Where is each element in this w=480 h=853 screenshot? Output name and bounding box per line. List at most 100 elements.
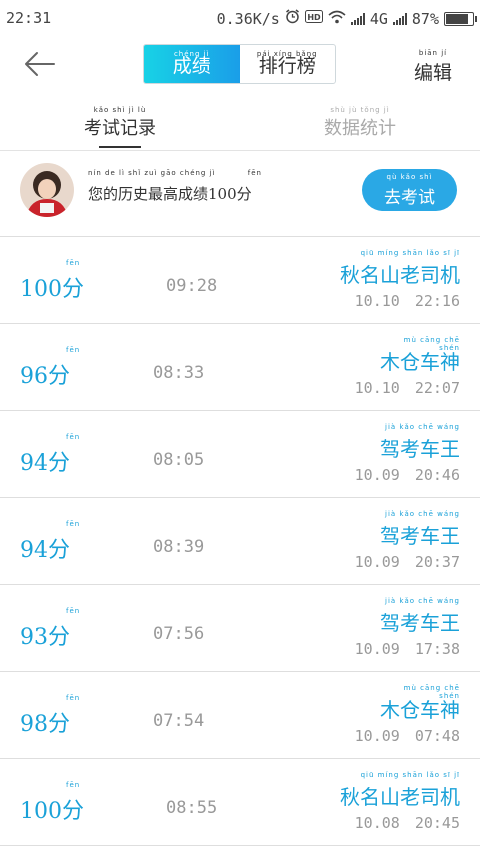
go-exam-pinyin: qù kǎo shì	[386, 173, 433, 181]
record-date: 10.09	[354, 466, 400, 484]
record-score-value: 93分	[20, 625, 70, 650]
record-duration: 07:54	[153, 711, 205, 731]
record-datetime: 10.08 20:45	[355, 814, 460, 832]
record-date: 10.09	[354, 640, 400, 658]
list-item[interactable]: fēn 96分 08:33 mù cāng chē shén 木仓车神 10.10 22:…	[0, 324, 480, 411]
hd-icon: HD	[304, 10, 323, 27]
tab-exam-record[interactable]: kǎo shì jì lù 考试记录	[68, 104, 172, 150]
svg-text:HD: HD	[307, 13, 321, 22]
record-title: jià kǎo chē wáng 驾考车王	[380, 423, 460, 462]
record-date: 10.09	[354, 727, 400, 745]
record-title-label: 木仓车神	[380, 350, 460, 374]
record-datetime: 10.10 22:07	[355, 379, 460, 397]
record-datetime: 10.10 22:16	[355, 292, 460, 310]
tab-exam-record-label: 考试记录	[84, 118, 156, 139]
segment-score[interactable]: chéng jì 成绩	[144, 45, 240, 83]
arrow-left-icon	[25, 52, 55, 76]
record-duration: 08:55	[166, 798, 218, 818]
record-datetime: 10.09 07:48	[355, 727, 460, 745]
tab-active-indicator	[99, 146, 141, 148]
record-datetime: 10.09 20:46	[355, 466, 460, 484]
list-item[interactable]: fēn 93分 07:56 jià kǎo chē wáng 驾考车王 10.09 17:…	[0, 585, 480, 672]
record-time: 20:46	[414, 466, 460, 484]
tab-data-stats-pinyin: shù jù tǒng jì	[330, 106, 390, 114]
signal-icon	[350, 12, 365, 25]
segment-ranking-pinyin: pái xíng bǎng	[256, 50, 318, 58]
battery-percent: 87%	[411, 9, 439, 28]
network-speed: 0.36K/s	[216, 9, 280, 28]
tab-data-stats[interactable]: shù jù tǒng jì 数据统计	[308, 104, 412, 150]
record-title: qiū míng shān lǎo sī jī 秋名山老司机	[340, 771, 460, 810]
record-duration: 08:33	[153, 363, 205, 383]
list-item[interactable]: fēn 100分 08:55 qiū míng shān lǎo sī jī 秋名山老司…	[0, 759, 480, 846]
record-title-label: 驾考车王	[380, 524, 460, 548]
network-type: 4G	[369, 9, 388, 28]
record-score-pinyin: fēn	[66, 694, 81, 702]
record-title-pinyin: mù cāng chē shén	[403, 336, 460, 352]
edit-pinyin: biān jí	[418, 49, 448, 57]
record-time: 20:45	[414, 814, 460, 832]
record-duration: 08:05	[153, 450, 205, 470]
record-time: 22:16	[414, 292, 460, 310]
record-date: 10.08	[354, 814, 400, 832]
status-time: 22:31	[6, 9, 52, 27]
record-score: fēn 94分	[20, 433, 79, 477]
record-time: 22:07	[414, 379, 460, 397]
back-button[interactable]	[22, 46, 58, 82]
record-score-value: 100分	[20, 277, 84, 302]
record-title-label: 秋名山老司机	[340, 263, 460, 287]
tab-data-stats-label: 数据统计	[324, 118, 396, 139]
record-date: 10.10	[354, 292, 400, 310]
status-indicators: 0.36K/s HD 4G 87%	[216, 9, 477, 28]
record-date: 10.10	[354, 379, 400, 397]
list-item[interactable]: fēn 94分 08:05 jià kǎo chē wáng 驾考车王 10.09 20:…	[0, 411, 480, 498]
signal-4g-icon	[392, 12, 407, 25]
record-score-pinyin: fēn	[66, 520, 81, 528]
battery-icon	[444, 11, 477, 26]
record-score-pinyin: fēn	[66, 346, 81, 354]
exam-record-list: fēn 100分 09:28 qiū míng shān lǎo sī jī 秋名山老司…	[0, 237, 480, 846]
list-item[interactable]: fēn 98分 07:54 mù cāng chē shén 木仓车神 10.09 07:…	[0, 672, 480, 759]
segmented-control: chéng jì 成绩 pái xíng bǎng 排行榜	[143, 44, 336, 84]
record-score-value: 100分	[20, 799, 84, 824]
segment-ranking[interactable]: pái xíng bǎng 排行榜	[240, 45, 336, 83]
record-title-label: 秋名山老司机	[340, 785, 460, 809]
best-score-pinyin: nín de lì shǐ zuì gāo chéng jì fēn	[88, 169, 262, 177]
record-score-pinyin: fēn	[66, 781, 81, 789]
go-exam-label: 去考试	[384, 188, 435, 208]
record-time: 17:38	[414, 640, 460, 658]
record-title: jià kǎo chē wáng 驾考车王	[380, 510, 460, 549]
avatar	[20, 163, 74, 217]
wifi-icon	[328, 10, 346, 28]
record-duration: 08:39	[153, 537, 205, 557]
battery-fill	[446, 13, 468, 24]
record-score-pinyin: fēn	[66, 433, 81, 441]
record-datetime: 10.09 20:37	[355, 553, 460, 571]
record-title-pinyin: qiū míng shān lǎo sī jī	[360, 249, 460, 257]
app-header: chéng jì 成绩 pái xíng bǎng 排行榜 biān jí 编辑	[0, 36, 480, 92]
record-time: 20:37	[414, 553, 460, 571]
record-score-value: 98分	[20, 712, 70, 737]
tab-bar: kǎo shì jì lù 考试记录 shù jù tǒng jì 数据统计	[0, 104, 480, 150]
list-item[interactable]: fēn 94分 08:39 jià kǎo chē wáng 驾考车王 10.09 20:…	[0, 498, 480, 585]
record-score: fēn 96分	[20, 346, 79, 390]
record-score-value: 94分	[20, 451, 70, 476]
record-title-label: 驾考车王	[380, 437, 460, 461]
edit-label: 编辑	[413, 62, 452, 84]
record-title-label: 木仓车神	[380, 698, 460, 722]
edit-button[interactable]: biān jí 编辑	[410, 44, 456, 84]
record-score-pinyin: fēn	[66, 607, 81, 615]
record-score: fēn 100分	[20, 259, 84, 303]
go-exam-button[interactable]: qù kǎo shì 去考试	[362, 169, 457, 211]
record-score-value: 96分	[20, 364, 70, 389]
record-title: qiū míng shān lǎo sī jī 秋名山老司机	[340, 249, 460, 288]
record-title-pinyin: jià kǎo chē wáng	[385, 510, 460, 518]
list-item[interactable]: fēn 100分 09:28 qiū míng shān lǎo sī jī 秋名山老司…	[0, 237, 480, 324]
record-duration: 07:56	[153, 624, 205, 644]
segment-score-pinyin: chéng jì	[173, 50, 210, 58]
record-score-pinyin: fēn	[66, 259, 81, 267]
record-duration: 09:28	[166, 276, 218, 296]
record-score: fēn 93分	[20, 607, 79, 651]
tab-exam-record-pinyin: kǎo shì jì lù	[93, 106, 147, 114]
record-title-pinyin: jià kǎo chē wáng	[385, 423, 460, 431]
